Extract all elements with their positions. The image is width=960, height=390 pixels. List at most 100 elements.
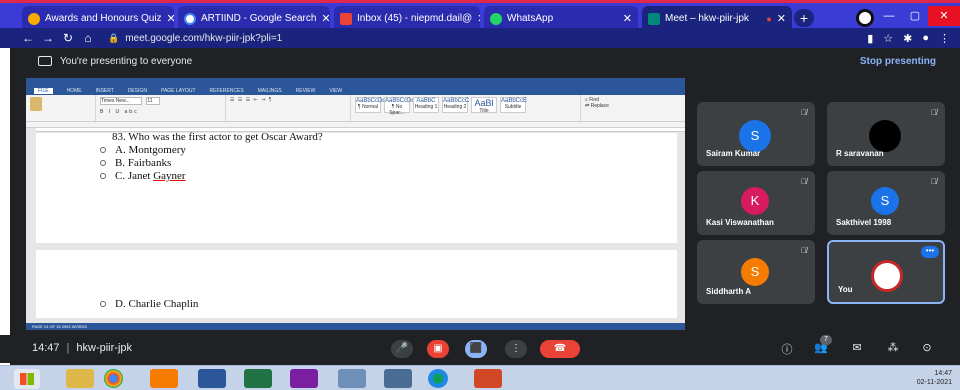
avatar [869, 120, 901, 152]
host-controls-icon[interactable]: ⊙ [919, 341, 935, 354]
new-tab-button[interactable]: + [794, 9, 814, 27]
close-tab-icon[interactable]: ✕ [777, 12, 786, 25]
close-window-icon[interactable]: ✕ [928, 6, 960, 26]
clock-date: 02-11-2021 [916, 379, 952, 386]
extension-icon[interactable]: ✱ [903, 32, 912, 45]
option-label: B. Fairbanks [115, 157, 172, 169]
browser-tab-strip: Awards and Honours Quiz ✕ ARTIIND - Goog… [0, 0, 960, 31]
replace-icon[interactable]: ⇄ Replace [585, 103, 637, 109]
profile-icon[interactable] [856, 9, 874, 27]
participant-tile[interactable]: 🎙̸ S Sakthivel 1998 [827, 171, 945, 235]
present-screen-icon [38, 56, 52, 66]
style-normal[interactable]: AaBbCcDc ¶ Normal [355, 97, 385, 113]
more-options-icon[interactable]: ••• [921, 246, 939, 258]
minimize-icon[interactable]: — [876, 6, 902, 26]
font-size-field[interactable]: 11 [146, 97, 161, 105]
mic-button[interactable]: 🎤 [391, 340, 413, 358]
option-c: C. Janet Gayner [100, 170, 186, 182]
close-tab-icon[interactable]: ✕ [623, 12, 632, 25]
font-name-field[interactable]: Times New... [100, 97, 142, 105]
editing-group: ⌕ Find ⇄ Replace [581, 95, 641, 121]
forward-icon[interactable]: → [38, 31, 58, 45]
camera-icon[interactable]: ▮ [867, 32, 873, 45]
quiz-tab-icon [28, 12, 40, 25]
option-d: D. Charlie Chaplin [100, 298, 198, 310]
window-controls: — ▢ ✕ [876, 6, 960, 28]
avatar: S [741, 258, 769, 286]
menu-icon[interactable]: ⋮ [939, 32, 950, 45]
maximize-icon[interactable]: ▢ [902, 6, 928, 26]
option-a: A. Montgomery [100, 144, 186, 156]
account-icon[interactable]: ● [922, 32, 929, 45]
avatar: S [739, 120, 771, 152]
excel-icon[interactable] [244, 369, 272, 388]
option-label: C. Janet Gayner [115, 170, 186, 182]
ribbon-tab[interactable]: REFERENCES [210, 88, 244, 94]
ribbon-tab[interactable]: MAILINGS [258, 88, 282, 94]
word-ribbon: Times New... 11 B I U abc ☰ ☰ ☰ ⇤ ⇥ ¶ Aa… [26, 95, 685, 122]
word-ribbon-tabs: FILE HOME INSERT DESIGN PAGE LAYOUT REFE… [26, 87, 685, 95]
participant-tile[interactable]: 🎙̸ S Siddharth A [697, 240, 815, 304]
chrome-icon[interactable] [104, 369, 123, 388]
url-field[interactable]: meet.google.com/hkw-piir-jpk?pli=1 [125, 33, 282, 44]
hang-up-icon: ☎ [553, 343, 567, 354]
vlc-icon[interactable] [150, 369, 178, 388]
media-icon[interactable] [290, 369, 318, 388]
edge-icon[interactable] [428, 369, 448, 388]
participant-tile[interactable]: 🎙̸ S Sairam Kumar [697, 102, 815, 166]
camera-button[interactable]: ▣ [427, 340, 449, 358]
ribbon-tab[interactable]: FILE [34, 88, 53, 94]
network-app-icon[interactable] [384, 369, 412, 388]
mic-off-icon: 🎙̸ [801, 177, 807, 186]
lock-icon: 🔒 [108, 32, 120, 43]
participant-tile-self[interactable]: ••• You [827, 240, 945, 304]
system-clock[interactable]: 14:47 02-11-2021 [917, 369, 952, 387]
ribbon-tab[interactable]: DESIGN [128, 88, 147, 94]
info-icon[interactable]: ⓘ [779, 341, 795, 357]
document-page: 83. Who was the first actor to get Oscar… [36, 131, 677, 243]
close-tab-icon[interactable]: ✕ [321, 12, 330, 25]
paste-icon[interactable] [30, 97, 42, 111]
powerpoint-icon[interactable] [474, 369, 502, 388]
option-label: A. Montgomery [115, 144, 186, 156]
font-group: Times New... 11 B I U abc [96, 95, 226, 121]
present-icon: ⬛ [469, 343, 483, 354]
ribbon-tab[interactable]: INSERT [96, 88, 114, 94]
styles-gallery: AaBbCcDc ¶ Normal AaBbCcDc ¶ No Spac... Aa… [351, 95, 581, 121]
participant-name: R saravanan [836, 149, 884, 158]
presenting-banner: You're presenting to everyone Stop prese… [26, 52, 946, 70]
tab-label: WhatsApp [507, 13, 554, 24]
file-explorer-icon[interactable] [66, 369, 94, 388]
participant-tile[interactable]: 🎙̸ R saravanan [827, 102, 945, 166]
more-vert-icon: ⋮ [511, 343, 521, 354]
reload-icon[interactable]: ↻ [58, 31, 78, 45]
back-icon[interactable]: ← [18, 31, 38, 45]
present-button[interactable]: ⬛ [465, 340, 487, 358]
stop-presenting-button[interactable]: Stop presenting [860, 56, 946, 67]
close-tab-icon[interactable]: ✕ [167, 12, 174, 25]
meeting-code: hkw-piir-jpk [76, 342, 133, 354]
home-icon[interactable]: ⌂ [78, 31, 98, 45]
star-icon[interactable]: ☆ [883, 32, 893, 45]
more-options-button[interactable]: ⋮ [505, 340, 527, 358]
activities-icon[interactable]: ⁂ [885, 341, 901, 354]
ribbon-tab[interactable]: HOME [67, 88, 82, 94]
mic-off-icon: 🎙̸ [931, 108, 937, 117]
style-no-spacing[interactable]: AaBbCcDc ¶ No Spac... [384, 97, 414, 116]
app-icon[interactable] [338, 369, 366, 388]
chat-icon[interactable]: ✉ [849, 341, 865, 354]
close-tab-icon[interactable]: ✕ [477, 12, 480, 25]
style-title[interactable]: AaBl Title [471, 97, 497, 114]
word-icon[interactable] [198, 369, 226, 388]
ribbon-tab[interactable]: REVIEW [296, 88, 316, 94]
style-heading-2[interactable]: AaBbCcC Heading 2 [442, 97, 469, 113]
ribbon-tab[interactable]: PAGE LAYOUT [161, 88, 196, 94]
participant-tile[interactable]: 🎙̸ K Kasi Viswanathan [697, 171, 815, 235]
start-button[interactable] [14, 369, 40, 389]
presenting-label: You're presenting to everyone [60, 55, 193, 67]
style-subtitle[interactable]: AaBbCcE Subtitle [500, 97, 527, 113]
style-heading-1[interactable]: AaBbC Heading 1 [413, 97, 439, 113]
ribbon-tab[interactable]: VIEW [329, 88, 342, 94]
leave-call-button[interactable]: ☎ [540, 340, 580, 358]
meet-control-bar: 14:47 | hkw-piir-jpk 🎤 ▣ ⬛ ⋮ ☎ ⓘ 👥 7 ✉ ⁂ ⊙ [0, 335, 960, 363]
